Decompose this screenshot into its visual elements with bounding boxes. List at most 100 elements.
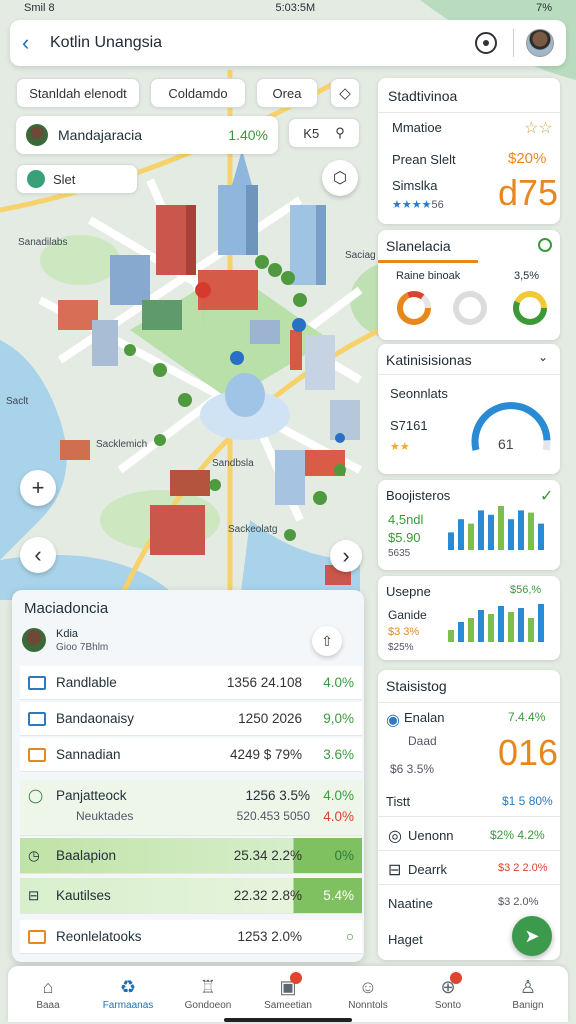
list-item-number: 4249 $ 79% — [229, 747, 302, 762]
search-chip[interactable]: K5 ⚲ — [288, 118, 360, 148]
nav-item-home[interactable]: ⌂ Baaa — [8, 966, 88, 1022]
progress-underline — [378, 260, 478, 263]
list-item-value: 3.6% — [323, 747, 354, 762]
donut-card[interactable]: Slanelacia Raine binoak 3,5% — [378, 230, 560, 340]
bar-label: 5635 — [388, 548, 411, 559]
check-icon: ✓ — [540, 488, 554, 505]
avatar[interactable] — [526, 29, 554, 57]
bar-card[interactable]: Usepne $56,% Ganide $3 3% $25% — [378, 576, 560, 660]
chip-label: Slet — [53, 171, 76, 187]
selected-user[interactable]: Mandajaracia 1.40% — [16, 116, 278, 154]
navigate-button[interactable]: ➤ — [512, 916, 552, 956]
list-item-expanded[interactable]: ◯ Panjatteock Neuktades 1256 3.5% 520.45… — [20, 780, 362, 836]
nav-item-buildings[interactable]: ♖ Gondoeon — [168, 966, 248, 1022]
calendar-icon — [28, 929, 46, 944]
list-item-value: 0% — [334, 848, 354, 863]
person-icon: ☺ — [358, 977, 378, 997]
divider — [378, 702, 560, 703]
list-item[interactable]: Bandaonaisy 1250 2026 9,0% — [20, 702, 362, 736]
search-icon: ⚲ — [335, 125, 345, 140]
nav-item-explore[interactable]: ⊕ Sonto — [408, 966, 488, 1022]
donut-charts — [397, 291, 547, 325]
bar-mark — [518, 510, 524, 550]
nav-item-favorites[interactable]: ♻ Farmaanas — [88, 966, 168, 1022]
list-item-number: 1250 2026 — [238, 711, 302, 726]
stats-row-label: Uenonn — [408, 828, 454, 843]
share-icon[interactable]: ‹ — [20, 537, 56, 573]
card-title: Boojisteros — [386, 488, 451, 503]
stat-row-label: Prean Slelt — [392, 152, 456, 167]
list-item-highlight[interactable]: ⊟ Kautilses 22.32 2.8% 5.4% — [20, 878, 362, 914]
folder-icon — [28, 747, 46, 762]
user-icon: ♙ — [519, 977, 537, 997]
toggle-circle-icon[interactable]: ○ — [310, 929, 354, 944]
card-title: Katinisisionas — [386, 352, 472, 368]
list-item-value: 5.4% — [323, 888, 354, 903]
stats-row-label: Enalan — [404, 710, 445, 725]
list-item-label: Randlable — [56, 675, 117, 690]
list-item-label: Bandaonaisy — [56, 711, 135, 726]
rating-stars: ★★★★56 — [392, 199, 444, 211]
upload-icon[interactable]: ⇧ — [312, 626, 342, 656]
nav-item-messages[interactable]: ▣ Sameetian — [248, 966, 328, 1022]
bar-mark — [498, 506, 504, 550]
chevron-down-icon[interactable]: ⌄ — [538, 350, 548, 364]
stat-row-label: Simslka — [392, 178, 438, 193]
stats-row-value: 7.4.4% — [508, 710, 546, 724]
list-item[interactable]: Randlable 1356 24.108 4.0% — [20, 666, 362, 700]
bar-mark — [488, 514, 494, 550]
map-label: Sandbsla — [212, 458, 254, 469]
bar-mark — [488, 614, 494, 642]
receipt-icon: ⊟ — [28, 887, 40, 903]
bar-card[interactable]: Boojisteros ✓ 4,5ndl $5.90 5635 — [378, 480, 560, 570]
stat-card[interactable]: Stadtivinoa Mmatioe ☆☆ Prean Slelt $20% … — [378, 78, 560, 224]
list-item[interactable]: Reonlelatooks 1253 2.0% ○ — [20, 920, 362, 954]
list-item-label: Reonlelatooks — [56, 929, 142, 944]
divider — [378, 884, 560, 885]
filter-chip[interactable]: Coldamdo — [150, 78, 246, 108]
donut-subtitle: Raine binoak — [396, 270, 461, 282]
list-item-label: Baalapion — [56, 848, 117, 863]
list-item-highlight[interactable]: ◷ Baalapion 25.34 2.2% 0% — [20, 838, 362, 874]
stats-row-value: $3 2.0% — [498, 896, 539, 908]
list-item-value: 4.0% — [323, 788, 354, 803]
stats-row-label: Tistt — [386, 794, 411, 809]
list-item-number: 25.34 2.2% — [233, 848, 302, 863]
layers-icon[interactable]: ◇ — [330, 78, 360, 108]
bar-mark — [448, 532, 454, 550]
nav-item-profile[interactable]: ☺ Nonntols — [328, 966, 408, 1022]
big-value: 016 — [498, 732, 559, 773]
card-title: Slanelacia — [386, 238, 451, 254]
filter-chip[interactable]: Orea — [256, 78, 318, 108]
divider — [378, 112, 560, 113]
bar-mark — [478, 510, 484, 550]
back-arrow-icon[interactable]: ‹ — [22, 30, 50, 56]
big-value: d75 — [498, 172, 559, 213]
user-subtitle: Gioo 7Bhlm — [56, 642, 109, 653]
status-bar: Smil 8 5:03:5M 7% — [0, 0, 576, 16]
gauge-card[interactable]: Katinisisionas ⌄ Seonnlats S7161 ★★ 61 — [378, 344, 560, 474]
list-item-number: 22.32 2.8% — [233, 888, 302, 903]
zoom-in-button[interactable]: + — [20, 470, 56, 506]
list-item-number: 1356 24.108 — [226, 675, 302, 690]
nav-label: Sameetian — [264, 1000, 312, 1011]
gauge-row: Seonnlats — [390, 386, 448, 401]
list-item[interactable]: Sannadian 4249 $ 79% 3.6% — [20, 738, 362, 772]
nav-item-account[interactable]: ♙ Banign — [488, 966, 568, 1022]
nav-label: Farmaanas — [102, 1000, 154, 1011]
card-title: Stadtivinoa — [388, 88, 458, 104]
bar-card-value: $56,% — [510, 584, 542, 596]
bar-mark — [518, 608, 524, 642]
record-icon[interactable] — [475, 32, 497, 54]
settings-icon[interactable]: ⬡ — [322, 160, 358, 196]
stats-row-value: $1 5 80% — [502, 794, 553, 808]
stats-row-label: Naatine — [388, 896, 433, 911]
bar-mark — [528, 512, 534, 550]
rating-note: 56 — [431, 199, 444, 211]
list-item-value: 4.0% — [323, 809, 354, 824]
category-chip[interactable]: Slet — [16, 164, 138, 194]
filter-chip[interactable]: Stanldah elenodt — [16, 78, 140, 108]
next-icon[interactable]: › — [330, 540, 362, 572]
bar-label: $3 3% — [388, 626, 420, 638]
building-icon: ♖ — [199, 977, 217, 997]
